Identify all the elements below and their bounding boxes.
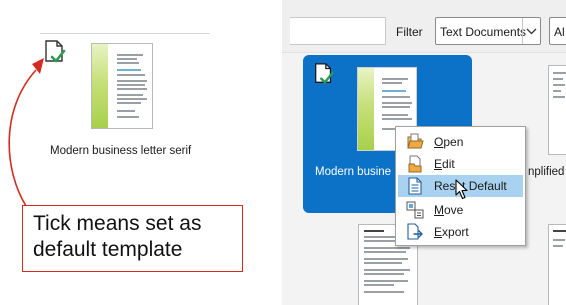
menu-item-move[interactable]: Move bbox=[398, 199, 523, 221]
template-tile-caption: Modern busine bbox=[315, 166, 392, 178]
template-thumbnail[interactable] bbox=[548, 65, 566, 155]
open-icon bbox=[407, 133, 424, 149]
template-caption: nplified bbox=[528, 166, 565, 178]
menu-item-edit[interactable]: Edit bbox=[398, 153, 523, 175]
menu-label-reset-part1: Res bbox=[434, 179, 456, 193]
edit-icon bbox=[408, 155, 422, 173]
annotation-line-1: Tick means set as bbox=[33, 212, 202, 235]
mouse-cursor-icon bbox=[455, 179, 468, 200]
template-thumbnail[interactable] bbox=[548, 224, 566, 305]
reset-default-icon bbox=[408, 177, 422, 195]
menu-label-export: xport bbox=[442, 225, 469, 239]
category-select[interactable]: Al bbox=[549, 17, 566, 45]
document-check-icon bbox=[315, 63, 334, 84]
move-icon bbox=[406, 201, 424, 219]
chevron-down-icon[interactable] bbox=[522, 18, 540, 44]
toolbar: Filter Text Documents Al bbox=[282, 0, 566, 53]
annotation-line-2: default template bbox=[33, 238, 183, 261]
divider bbox=[40, 33, 210, 34]
template-caption: Modern business letter serif bbox=[50, 145, 192, 157]
menu-label-export-mnemonic: E bbox=[434, 225, 443, 239]
filter-select[interactable]: Text Documents bbox=[435, 17, 541, 45]
menu-label-move: ove bbox=[444, 203, 464, 217]
menu-item-open[interactable]: Open bbox=[398, 131, 523, 153]
filter-label: Filter bbox=[396, 25, 423, 39]
category-select-value: Al bbox=[554, 25, 565, 39]
left-panel: Modern business letter serif Tick means … bbox=[0, 0, 280, 305]
menu-label-edit-mnemonic: E bbox=[434, 157, 443, 171]
menu-label-move-mnemonic: M bbox=[434, 203, 444, 217]
search-input[interactable] bbox=[290, 17, 386, 45]
annotation-arrow bbox=[8, 58, 44, 207]
export-icon bbox=[407, 223, 423, 240]
annotation-callout: Tick means set as default template bbox=[22, 205, 243, 272]
menu-label-open-mnemonic: O bbox=[434, 135, 444, 149]
menu-label-open: pen bbox=[443, 135, 464, 149]
menu-label-edit: dit bbox=[442, 157, 455, 171]
menu-item-export[interactable]: Export bbox=[398, 221, 523, 243]
filter-select-value: Text Documents bbox=[440, 25, 527, 39]
template-thumbnail[interactable] bbox=[91, 43, 153, 129]
